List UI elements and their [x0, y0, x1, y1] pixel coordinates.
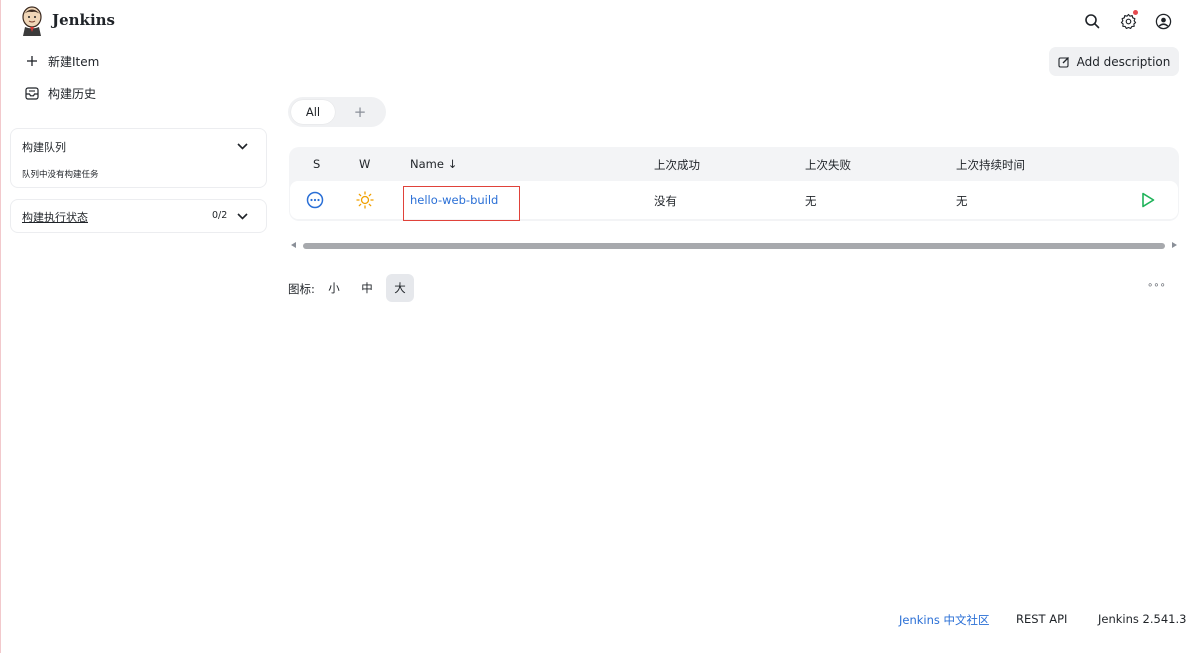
user-account-icon[interactable]	[1152, 10, 1174, 32]
scroll-left-icon[interactable]	[291, 242, 296, 248]
icon-size-medium[interactable]: 中	[353, 274, 381, 302]
plus-icon	[24, 53, 40, 69]
jenkins-logo[interactable]	[20, 6, 44, 36]
scroll-right-icon[interactable]	[1172, 242, 1177, 248]
sidebar-new-item-label: 新建Item	[48, 54, 100, 69]
icon-size-label: 图标:	[288, 282, 315, 296]
executor-count: 0/2	[212, 210, 228, 221]
view-tabs: All +	[288, 97, 386, 127]
settings-gear-icon[interactable]	[1117, 10, 1139, 32]
notification-dot	[1133, 10, 1138, 15]
column-header-status[interactable]: S	[313, 157, 320, 171]
new-view-button[interactable]: +	[348, 100, 372, 124]
inbox-history-icon	[24, 85, 40, 101]
column-header-last-duration[interactable]: 上次持续时间	[956, 157, 1025, 173]
icon-size-small[interactable]: 小	[320, 274, 348, 302]
job-highlight-box	[403, 186, 520, 221]
scrollbar-thumb[interactable]	[303, 243, 1165, 249]
tab-all[interactable]: All	[291, 100, 335, 124]
build-queue-panel: 构建队列 队列中没有构建任务	[10, 128, 267, 188]
build-queue-empty-text: 队列中没有构建任务	[22, 170, 99, 180]
column-header-last-failure[interactable]: 上次失败	[805, 157, 851, 173]
last-failure-cell: 无	[805, 194, 817, 208]
run-build-icon[interactable]	[1141, 192, 1155, 211]
chevron-down-icon[interactable]	[235, 209, 249, 223]
sidebar-build-history-label: 构建历史	[48, 86, 97, 101]
sunny-icon[interactable]	[356, 191, 374, 212]
executor-status-title[interactable]: 构建执行状态	[22, 209, 88, 225]
add-description-button[interactable]: Add description	[1049, 47, 1179, 76]
executor-status-panel: 构建执行状态 0/2	[10, 199, 267, 233]
search-icon[interactable]	[1081, 10, 1103, 32]
icon-size-large[interactable]: 大	[386, 274, 414, 302]
last-success-cell: 没有	[654, 194, 677, 208]
sidebar-new-item[interactable]: 新建Item	[24, 50, 99, 72]
in-progress-icon[interactable]	[306, 191, 324, 212]
column-header-name[interactable]: Name ↓	[410, 157, 457, 171]
last-duration-cell: 无	[956, 194, 968, 208]
build-queue-title[interactable]: 构建队列	[22, 139, 66, 155]
brand-title[interactable]: Jenkins	[52, 11, 115, 29]
column-header-weather[interactable]: W	[359, 157, 370, 171]
footer-version[interactable]: Jenkins 2.541.3	[1098, 612, 1186, 626]
top-bar: Jenkins	[1, 0, 1199, 42]
sidebar-build-history[interactable]: 构建历史	[24, 82, 96, 104]
footer-community-link[interactable]: Jenkins 中文社区	[899, 612, 990, 628]
edit-icon	[1058, 56, 1069, 68]
column-header-last-success[interactable]: 上次成功	[654, 157, 700, 173]
add-description-label: Add description	[1076, 54, 1171, 69]
chevron-down-icon[interactable]	[235, 139, 249, 153]
more-options-icon[interactable]: ∘∘∘	[1147, 280, 1166, 291]
horizontal-scrollbar[interactable]	[291, 240, 1177, 252]
footer-rest-api-link[interactable]: REST API	[1016, 612, 1067, 626]
